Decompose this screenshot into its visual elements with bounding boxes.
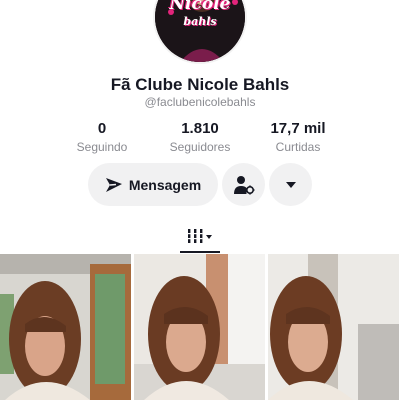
- profile-page: Nicole bahls Fã Clube Nicole Bahls @facl…: [0, 0, 400, 400]
- message-button-label: Mensagem: [128, 176, 202, 193]
- send-icon: [105, 177, 122, 192]
- followers-count: 1.810: [181, 120, 219, 137]
- video-thumbnail[interactable]: [134, 254, 265, 400]
- tab-videos[interactable]: [180, 220, 220, 253]
- person-add-icon: [233, 175, 254, 194]
- profile-handle: @faclubenicolebahls: [144, 95, 256, 109]
- avatar-logo-subtext: bahls: [183, 15, 217, 28]
- profile-stats: 0 Seguindo 1.810 Seguidores 17,7 mil Cur…: [52, 120, 348, 156]
- likes-label: Curtidas: [275, 140, 321, 154]
- likes-count: 17,7 mil: [270, 120, 326, 137]
- avatar-logo-text: Nicole: [169, 0, 231, 14]
- following-count: 0: [97, 120, 107, 137]
- profile-name: Fã Clube Nicole Bahls: [110, 75, 290, 94]
- stat-followers[interactable]: 1.810 Seguidores: [150, 120, 250, 155]
- follow-button[interactable]: [222, 163, 265, 206]
- more-options-button[interactable]: [269, 163, 312, 206]
- stat-likes[interactable]: 17,7 mil Curtidas: [248, 120, 348, 155]
- video-thumbnail-image: [134, 254, 265, 400]
- video-thumbnail-image: [0, 254, 131, 400]
- video-thumbnail[interactable]: [268, 254, 399, 400]
- following-label: Seguindo: [76, 140, 128, 154]
- message-button[interactable]: Mensagem: [88, 163, 218, 206]
- avatar[interactable]: Nicole bahls: [153, 0, 247, 64]
- grid-icon: [188, 228, 212, 243]
- chevron-down-icon: [285, 181, 296, 188]
- video-thumbnail[interactable]: [0, 254, 131, 400]
- video-thumbnail-image: [268, 254, 399, 400]
- followers-label: Seguidores: [169, 140, 231, 154]
- stat-following[interactable]: 0 Seguindo: [52, 120, 152, 155]
